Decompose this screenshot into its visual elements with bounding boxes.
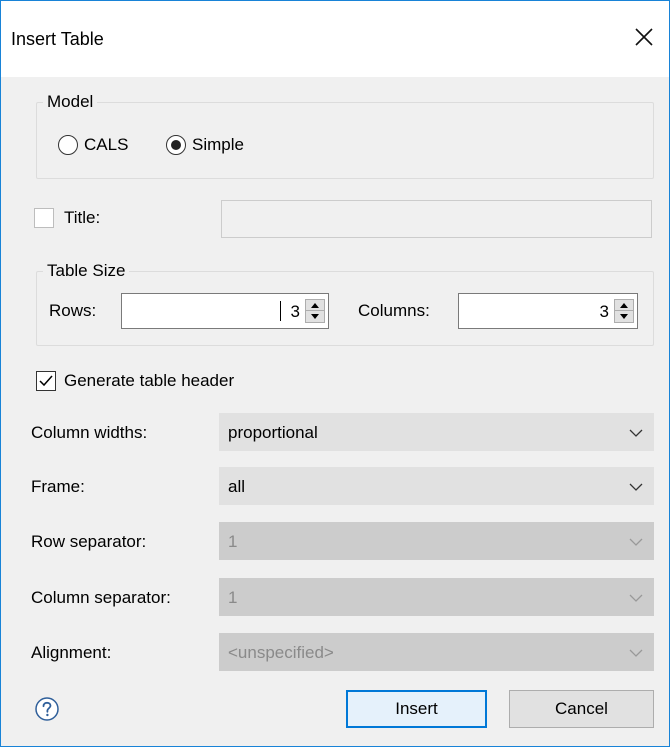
model-group: Model	[36, 91, 654, 179]
arrow-up-icon	[620, 302, 628, 308]
frame-label: Frame:	[31, 477, 85, 496]
model-legend: Model	[43, 91, 98, 113]
cancel-button-label: Cancel	[555, 699, 608, 718]
help-button[interactable]	[35, 697, 59, 721]
help-icon	[35, 697, 59, 721]
column-separator-select[interactable]: 1	[219, 578, 654, 616]
dialog-title: Insert Table	[11, 29, 104, 49]
row-separator-label: Row separator:	[31, 532, 147, 551]
cals-label[interactable]: CALS	[84, 134, 128, 156]
close-button[interactable]	[621, 15, 667, 59]
text-cursor	[280, 301, 281, 321]
columns-label: Columns:	[358, 301, 430, 320]
columns-increment-button[interactable]	[615, 300, 633, 311]
insert-button[interactable]: Insert	[346, 690, 487, 728]
rows-label: Rows:	[49, 301, 97, 320]
column-separator-value: 1	[228, 588, 238, 607]
insert-button-label: Insert	[395, 699, 438, 718]
column-widths-label: Column widths:	[31, 423, 148, 442]
column-separator-label: Column separator:	[31, 588, 171, 607]
chevron-down-icon	[629, 594, 643, 602]
column-widths-value: proportional	[228, 423, 318, 442]
columns-spinner[interactable]: 3	[458, 293, 638, 329]
columns-decrement-button[interactable]	[615, 311, 633, 322]
frame-select[interactable]: all	[219, 467, 654, 505]
column-widths-select[interactable]: proportional	[219, 413, 654, 451]
row-separator-select[interactable]: 1	[219, 522, 654, 560]
arrow-up-icon	[311, 302, 319, 308]
simple-radio[interactable]	[166, 135, 186, 155]
title-checkbox[interactable]	[34, 208, 54, 228]
table-size-legend: Table Size	[43, 260, 130, 282]
chevron-down-icon	[629, 483, 643, 491]
arrow-down-icon	[311, 314, 319, 319]
arrow-down-icon	[620, 314, 628, 319]
generate-header-checkbox[interactable]	[36, 371, 56, 391]
checkmark-icon	[39, 375, 53, 387]
cals-radio[interactable]	[58, 135, 78, 155]
rows-spinner[interactable]: 3	[121, 293, 329, 329]
chevron-down-icon	[629, 649, 643, 657]
row-separator-value: 1	[228, 532, 238, 551]
frame-value: all	[228, 477, 246, 496]
title-bar: Insert Table	[1, 1, 669, 77]
rows-spin-buttons[interactable]	[305, 299, 325, 323]
chevron-down-icon	[629, 429, 643, 437]
title-label: Title:	[64, 208, 101, 227]
alignment-select[interactable]: <unspecified>	[219, 633, 654, 671]
alignment-value: <unspecified>	[228, 643, 334, 662]
alignment-label: Alignment:	[31, 643, 112, 662]
columns-spin-buttons[interactable]	[614, 299, 634, 323]
chevron-down-icon	[629, 538, 643, 546]
rows-increment-button[interactable]	[306, 300, 324, 311]
simple-label[interactable]: Simple	[192, 134, 244, 156]
generate-header-label[interactable]: Generate table header	[64, 370, 234, 392]
rows-decrement-button[interactable]	[306, 311, 324, 322]
rows-value: 3	[290, 302, 300, 321]
columns-value: 3	[599, 302, 609, 321]
cancel-button[interactable]: Cancel	[509, 690, 654, 728]
title-input[interactable]	[221, 200, 652, 238]
insert-table-dialog: Insert Table Model CALS Simple Title: Ta…	[0, 0, 670, 747]
close-icon	[635, 28, 653, 46]
